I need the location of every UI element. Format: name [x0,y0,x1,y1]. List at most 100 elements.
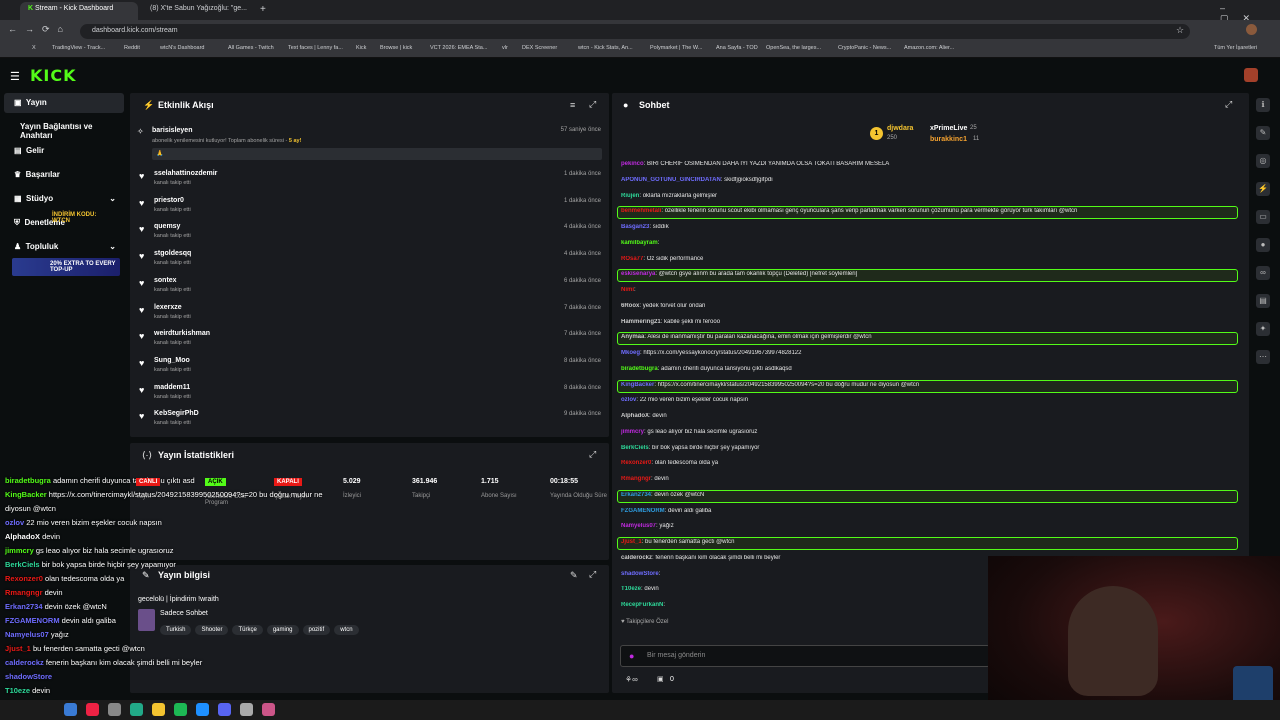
menu-icon[interactable]: ☰ [10,70,20,83]
store-icon[interactable]: ▤ [1256,294,1270,308]
tool-icon[interactable]: ✦ [1256,322,1270,336]
microphone-icon[interactable]: ● [629,651,634,661]
stream-tag[interactable]: pozitif [302,625,331,635]
tab-x-post[interactable]: (8) X'te Sabun Yağızoğlu: "ge... [142,2,254,20]
chat-username[interactable]: RecepFurkanN [621,602,663,608]
bookmark-item[interactable]: X [32,45,36,51]
stream-tag[interactable]: gaming [266,625,299,635]
user-avatar[interactable] [1244,68,1258,82]
chat-username[interactable]: BerkCiels [621,445,649,451]
gifter-rank2-name[interactable]: xPrimeLive [930,125,967,132]
event-user[interactable]: barisisleyen [152,127,192,134]
link-icon[interactable]: ∞ [1256,266,1270,280]
taskbar-app-icon[interactable] [130,703,143,716]
bookmark-item[interactable]: Tüm Yer İşaretleri [1214,45,1257,51]
info-icon[interactable]: ℹ [1256,98,1270,112]
follower-name[interactable]: stgoldesqq [154,250,191,257]
follower-name[interactable]: sontex [154,277,177,284]
bookmark-item[interactable]: Reddit [124,45,140,51]
bookmark-item[interactable]: DEX Screener [522,45,557,51]
follower-name[interactable]: quemsy [154,223,180,230]
sidebar-item-basarilar[interactable]: ♛ Başarılar [4,165,124,185]
taskbar-app-icon[interactable] [196,703,209,716]
chat-username[interactable]: calderockz [621,555,652,561]
taskbar-app-icon[interactable] [218,703,231,716]
points-icon[interactable]: ⚘∞ [625,675,638,684]
bookmark-item[interactable]: VCT 2026: EMEA Sta... [430,45,487,51]
chat-username[interactable]: APONUN_GOTUNU_GINCIRDATAN [621,177,721,183]
taskbar-app-icon[interactable] [152,703,165,716]
popout-icon[interactable]: ⤢ [589,449,596,460]
chat-username[interactable]: Mkoeg [621,350,640,356]
kick-logo[interactable]: KICK [30,66,77,85]
follower-name[interactable]: sselahattinozdemir [154,170,217,177]
chat-input[interactable]: ● Bir mesaj gönderin [620,645,990,667]
bookmark-item[interactable]: wtcN's Dashboard [160,45,204,51]
sidebar-item-yayin[interactable]: ▣ Yayın [4,93,124,113]
chat-username[interactable]: Nimi [621,287,634,293]
url-bar[interactable]: dashboard.kick.com/stream [80,24,1190,39]
stream-tag[interactable]: Turkish [160,625,192,635]
taskbar-app-icon[interactable] [240,703,253,716]
chat-username[interactable]: FZGAMENORM [621,508,665,514]
popout-icon[interactable]: ⤢ [589,569,596,580]
chat-icon[interactable]: ● [1256,238,1270,252]
taskbar-app-icon[interactable] [108,703,121,716]
gift-icon[interactable]: ▣ [657,675,664,683]
edit-icon[interactable]: ✎ [1256,126,1270,140]
taskbar-app-icon[interactable] [64,703,77,716]
popout-icon[interactable]: ⤢ [589,99,596,110]
bookmark-item[interactable]: TradingView - Track... [52,45,105,51]
chat-username[interactable]: eskisenarya [621,271,655,277]
bookmark-item[interactable]: wtcn - Kick Stats, An... [578,45,633,51]
chat-username[interactable]: shadowStore [621,571,659,577]
bookmark-item[interactable]: Browse | kick [380,45,412,51]
taskbar-app-icon[interactable] [174,703,187,716]
sidebar-item-gelir[interactable]: ▤ Gelir [4,141,124,161]
chat-username[interactable]: T10eze [621,586,641,592]
nav-buttons[interactable]: ←→⟳⌂ [8,24,71,35]
bookmark-item[interactable]: Polymarket | The W... [650,45,702,51]
card-icon[interactable]: ▭ [1256,210,1270,224]
category-name[interactable]: Sadece Sohbet [160,610,208,617]
share-icon[interactable]: ⋯ [1256,350,1270,364]
taskbar-app-icon[interactable] [262,703,275,716]
profile-avatar[interactable] [1246,24,1257,35]
bookmark-star-icon[interactable]: ☆ [1176,25,1184,36]
chat-username[interactable]: pekinco [621,161,644,167]
sidebar-item-topluluk[interactable]: ♟ Topluluk ⌄ [4,237,124,257]
chat-username[interactable]: 6Roox [621,303,639,309]
bookmark-item[interactable]: Amazon.com: Alier... [904,45,954,51]
taskbar-app-icon[interactable] [86,703,99,716]
chat-username[interactable]: Erkan2734 [621,492,651,498]
bookmark-item[interactable]: Kick [356,45,366,51]
chat-username[interactable]: benmehmetali [621,208,661,214]
sidebar-item-stream-key[interactable]: Yayın Bağlantısı ve Anahtarı [4,117,124,140]
chat-username[interactable]: AlphadoX [621,413,649,419]
chat-username[interactable]: ROsa77 [621,256,643,262]
popout-icon[interactable]: ⤢ [1225,99,1232,110]
edit-icon[interactable]: ✎ [570,570,578,581]
bookmark-item[interactable]: CryptoPanic - News... [838,45,891,51]
chat-username[interactable]: ozlov [621,397,636,403]
chat-username[interactable]: Namyelus07 [621,523,656,529]
chat-username[interactable]: Riujen [621,193,639,199]
stream-tag[interactable]: wtcn [334,625,359,635]
promo-banner[interactable]: 20% EXTRA TO EVERY TOP-UP [12,258,120,276]
gifter-rank1-name[interactable]: djwdara [887,125,913,132]
follower-name[interactable]: lexerxze [154,304,182,311]
stream-tag[interactable]: Shooter [195,625,229,635]
follower-name[interactable]: priestor0 [154,197,184,204]
chat-username[interactable]: Rmangngr [621,476,651,482]
bookmark-item[interactable]: vlr [502,45,508,51]
follower-name[interactable]: maddem11 [154,384,190,391]
chat-username[interactable]: Hammering21 [621,319,661,325]
chat-username[interactable]: Basgan23 [621,224,649,230]
bookmark-item[interactable]: OpenSea, the larges... [766,45,821,51]
filter-icon[interactable]: ≡ [570,100,575,110]
chat-username[interactable]: Rexonzer0 [621,460,651,466]
camera-icon[interactable]: ◎ [1256,154,1270,168]
bookmark-item[interactable]: Text faces | Lenny fa... [288,45,343,51]
chat-username[interactable]: Jjust_1 [621,539,642,545]
chat-username[interactable]: kamilbayram [621,240,658,246]
